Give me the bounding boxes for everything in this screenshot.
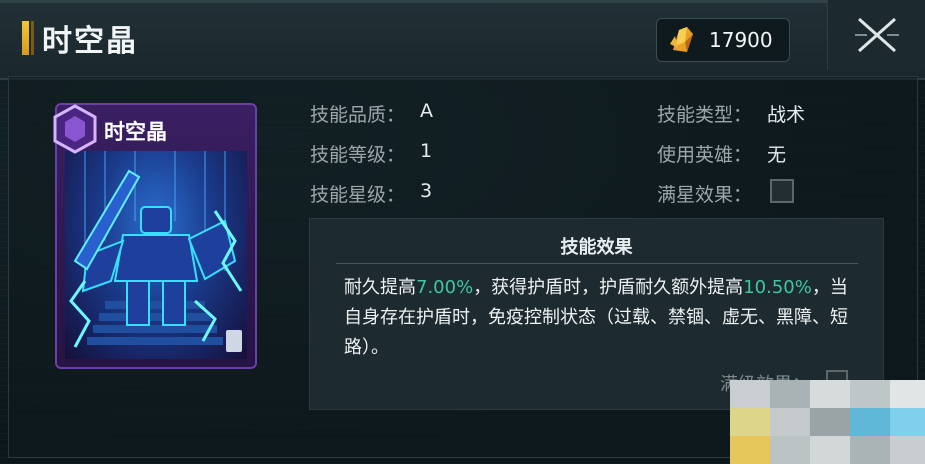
skill-card-art — [65, 151, 247, 359]
currency-display[interactable]: 17900 — [656, 18, 790, 62]
fullstar-label: 满星效果： — [657, 184, 753, 206]
quality-label: 技能品质： — [310, 104, 406, 126]
header-accent-line — [0, 0, 925, 3]
effect-pct-2: 10.50% — [743, 277, 812, 298]
effect-title: 技能效果 — [560, 237, 633, 258]
level-value: 1 — [420, 140, 433, 162]
header-bar: 时空晶 17900 — [0, 0, 925, 80]
crystal-shard-icon — [670, 27, 693, 52]
hero-label: 使用英雄： — [657, 144, 753, 166]
fullstar-checkbox[interactable] — [770, 179, 794, 203]
level-label: 技能等级： — [310, 144, 406, 166]
currency-amount: 17900 — [709, 28, 773, 52]
effect-text-part1: 耐久提高 — [344, 277, 416, 298]
hexagon-skill-icon — [53, 104, 97, 154]
close-button[interactable] — [827, 0, 925, 70]
type-value: 战术 — [767, 104, 806, 126]
title-marker — [22, 21, 29, 55]
title-marker-shadow — [31, 21, 34, 55]
quality-value: A — [420, 100, 433, 122]
effect-description: 耐久提高7.00%，获得护盾时，护盾耐久额外提高10.50%，当自身存在护盾时，… — [344, 273, 854, 363]
effect-divider — [336, 263, 858, 264]
skill-card-name: 时空晶 — [104, 120, 167, 144]
obscured-corner — [730, 380, 925, 464]
type-label: 技能类型： — [657, 104, 753, 126]
mech-illustration — [69, 151, 243, 348]
close-x-icon — [855, 17, 899, 53]
page-title: 时空晶 — [42, 24, 138, 59]
card-rank-tag — [226, 330, 242, 352]
star-label: 技能星级： — [310, 184, 406, 206]
hero-value: 无 — [767, 144, 787, 166]
effect-pct-1: 7.00% — [416, 277, 474, 298]
effect-text-part2: ，获得护盾时，护盾耐久额外提高 — [473, 277, 744, 298]
star-value: 3 — [420, 180, 433, 202]
